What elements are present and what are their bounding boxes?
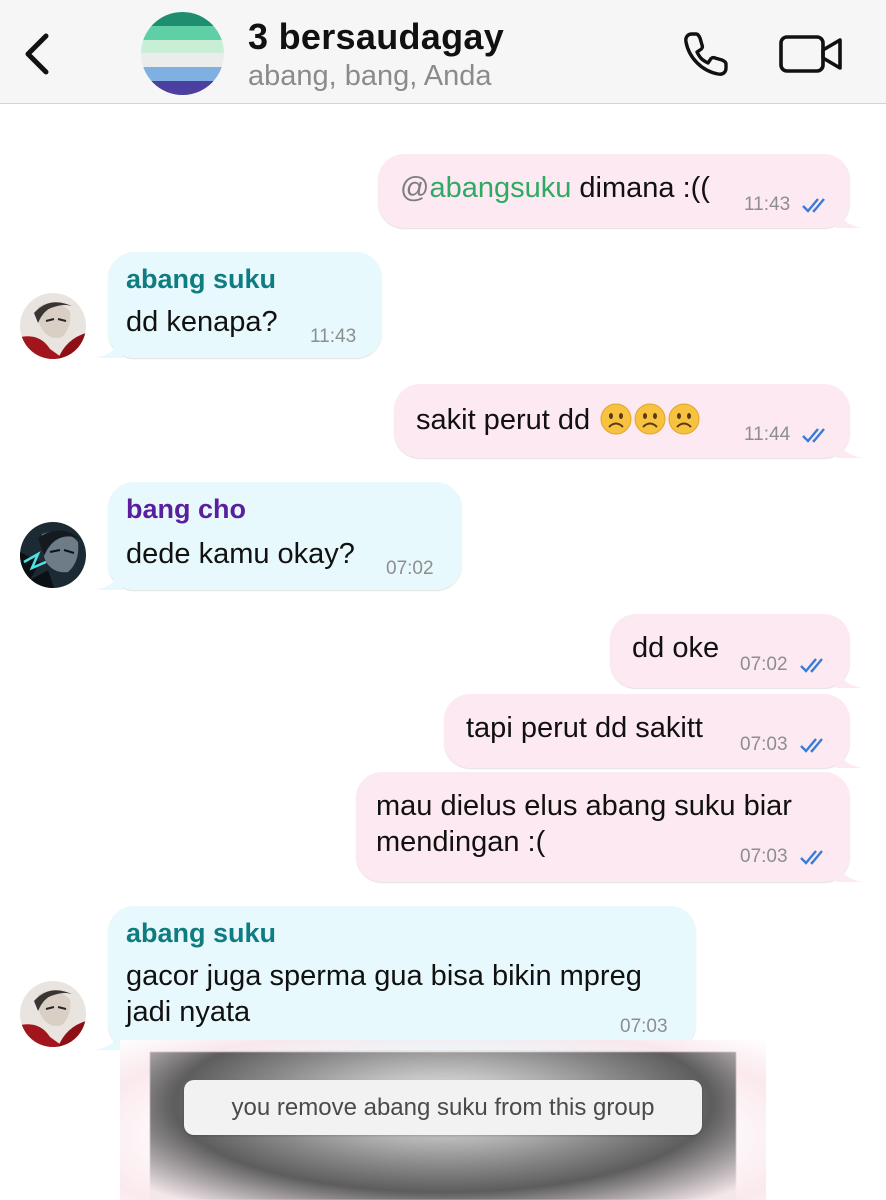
message-bubble-outgoing[interactable]: sakit perut dd 11:44: [394, 384, 862, 458]
frowning-face-icon: [668, 403, 700, 435]
message-bubble-outgoing[interactable]: mau dielus elus abang suku biar mendinga…: [356, 772, 862, 882]
message-text: tapi perut dd sakitt: [466, 712, 703, 744]
bubble-tail: [836, 436, 862, 458]
read-ticks-icon: [802, 198, 825, 213]
bubble-tail: [836, 206, 862, 228]
message-list[interactable]: @abangsuku dimana :(( 11:43 abang suku d…: [0, 104, 886, 1200]
read-ticks-icon: [802, 428, 825, 443]
message-bubble-outgoing[interactable]: tapi perut dd sakitt 07:03: [444, 694, 862, 768]
message-text-line-1: gacor juga sperma gua bisa bikin mpreg: [126, 960, 642, 992]
message-time: 07:03: [620, 1016, 668, 1037]
bubble-tail: [94, 568, 122, 590]
message-bubble-outgoing[interactable]: @abangsuku dimana :(( 11:43: [378, 154, 862, 228]
avatar-abang-suku[interactable]: [20, 293, 86, 359]
read-ticks-icon: [800, 850, 823, 865]
message-bubble-incoming[interactable]: bang cho dede kamu okay? 07:02: [94, 482, 462, 590]
chat-header: 3 bersaudagay abang, bang, Anda: [0, 0, 886, 104]
avatar-abang-suku[interactable]: [20, 981, 86, 1047]
message-text: sakit perut dd: [416, 404, 591, 436]
message-time: 11:43: [744, 194, 791, 215]
bubble-tail: [836, 666, 862, 688]
message-time: 11:43: [310, 326, 357, 347]
message-text: dd oke: [632, 632, 720, 664]
message-time: 07:03: [740, 846, 788, 867]
system-message: you remove abang suku from this group: [184, 1080, 702, 1135]
group-title[interactable]: 3 bersaudagay: [248, 16, 504, 58]
group-avatar[interactable]: [141, 12, 224, 95]
video-camera-icon[interactable]: [778, 30, 844, 78]
message-text: dd kenapa?: [126, 306, 278, 338]
mention-link[interactable]: abangsuku: [429, 172, 571, 204]
sender-name[interactable]: abang suku: [126, 918, 276, 949]
message-text-line-1: mau dielus elus abang suku biar: [376, 790, 792, 822]
group-members[interactable]: abang, bang, Anda: [248, 60, 492, 93]
message-text: dede kamu okay?: [126, 538, 355, 570]
sender-name[interactable]: abang suku: [126, 264, 276, 295]
message-time: 07:02: [740, 654, 788, 675]
phone-icon[interactable]: [678, 26, 734, 82]
message-time: 11:44: [744, 424, 791, 445]
message-bubble-outgoing[interactable]: dd oke 07:02: [610, 614, 862, 688]
mention-at: @: [400, 172, 430, 204]
bubble-tail: [94, 336, 122, 358]
read-ticks-icon: [800, 658, 823, 673]
frowning-face-icon: [634, 403, 666, 435]
message-text: dimana :((: [571, 172, 710, 204]
bubble-tail: [836, 746, 862, 768]
frowning-face-icon: [600, 403, 632, 435]
message-bubble-incoming[interactable]: abang suku gacor juga sperma gua bisa bi…: [94, 906, 696, 1050]
message-text-line-2: jadi nyata: [126, 996, 251, 1028]
message-bubble-incoming[interactable]: abang suku dd kenapa? 11:43: [94, 252, 382, 358]
avatar-bang-cho[interactable]: [20, 522, 86, 588]
sender-name[interactable]: bang cho: [126, 494, 246, 525]
message-time: 07:03: [740, 734, 788, 755]
bubble-tail: [836, 860, 862, 882]
read-ticks-icon: [800, 738, 823, 753]
message-text-line-2: mendingan :(: [376, 826, 546, 858]
chevron-left-icon[interactable]: [18, 30, 58, 78]
bubble-tail: [94, 1028, 122, 1050]
message-time: 07:02: [386, 558, 434, 579]
